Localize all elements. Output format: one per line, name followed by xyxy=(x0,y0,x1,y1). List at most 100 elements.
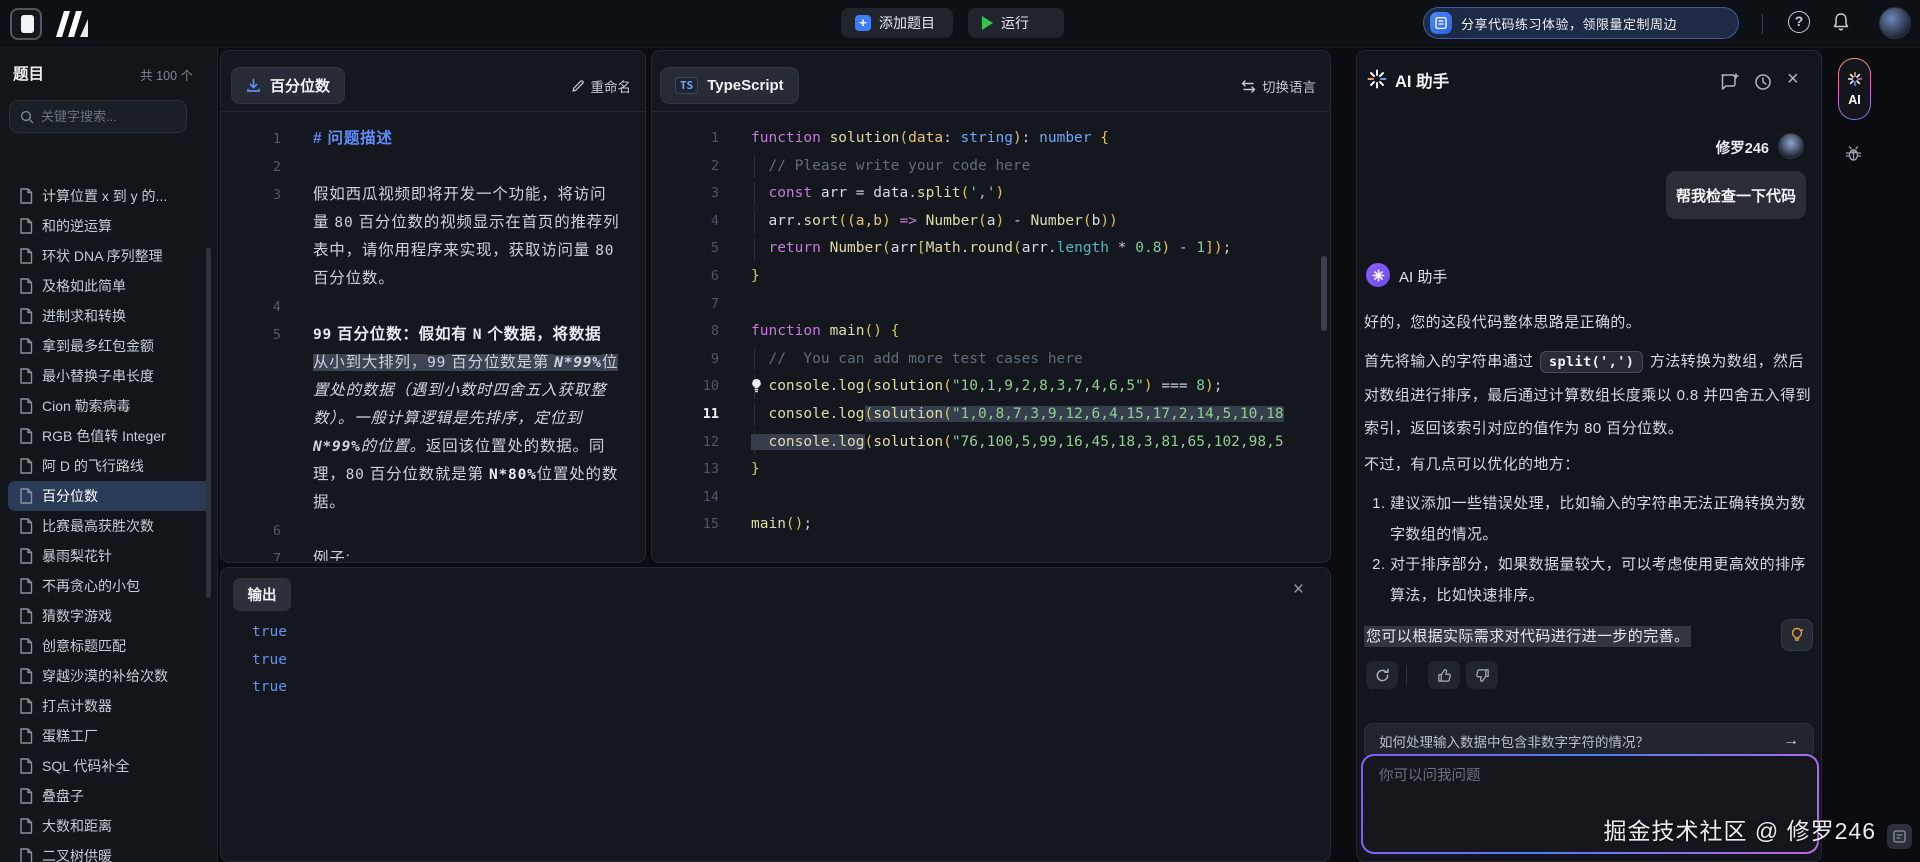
swap-arrows-icon xyxy=(1241,80,1256,93)
ai-sidebar-toggle-button[interactable]: AI xyxy=(1838,58,1871,120)
add-problem-button[interactable]: + 添加题目 xyxy=(841,8,953,38)
insight-lightbulb-button[interactable] xyxy=(1781,619,1813,651)
search-input[interactable] xyxy=(41,109,171,124)
history-icon[interactable] xyxy=(1753,72,1773,92)
description-row: 理，80 百分位数就是第 N*80%位置处的数 xyxy=(221,461,645,489)
sidebar-item[interactable]: 计算位置 x 到 y 的... xyxy=(8,181,210,211)
ai-assistant-panel: AI 助手 × 修罗246 帮我检查一下代码 AI 助手 好的，您的这段代码整体… xyxy=(1356,50,1822,862)
problem-title-tab[interactable]: 百分位数 xyxy=(231,67,345,104)
sidebar-item-label: 猜数字游戏 xyxy=(42,606,112,626)
play-icon xyxy=(982,16,993,30)
sidebar-item-label: 计算位置 x 到 y 的... xyxy=(42,186,167,206)
sidebar-item[interactable]: 打点计数器 xyxy=(8,691,210,721)
line-number: 10 xyxy=(652,373,719,401)
line-number: 11 xyxy=(652,401,719,429)
sidebar-item-label: 阿 D 的飞行路线 xyxy=(42,456,144,476)
document-icon xyxy=(19,248,33,264)
description-row: 3假如西瓜视频即将开发一个功能，将访问 xyxy=(221,181,645,209)
document-icon xyxy=(19,188,33,204)
line-number: 13 xyxy=(652,456,719,484)
sidebar-item-label: 二叉树供暖 xyxy=(42,846,112,862)
description-row: 7例子: xyxy=(221,545,645,561)
user-avatar[interactable] xyxy=(1879,7,1911,39)
output-tab[interactable]: 输出 xyxy=(233,578,291,611)
regenerate-button[interactable] xyxy=(1366,661,1398,689)
sidebar-item[interactable]: 拿到最多红包金额 xyxy=(8,331,210,361)
run-button[interactable]: 运行 xyxy=(968,8,1064,38)
code-line: 11 console.log(solution("1,0,8,7,3,9,12,… xyxy=(652,401,1330,429)
debug-bug-icon[interactable] xyxy=(1844,144,1863,163)
sidebar-item[interactable]: 和的逆运算 xyxy=(8,211,210,241)
close-output-icon[interactable]: × xyxy=(1293,580,1304,599)
sidebar-item[interactable]: Cion 勒索病毒 xyxy=(8,391,210,421)
thumbs-up-button[interactable] xyxy=(1428,661,1460,689)
thumbs-down-button[interactable] xyxy=(1466,661,1498,689)
rename-button[interactable]: 重命名 xyxy=(571,76,632,96)
promo-banner[interactable]: 分享代码练习体验，领限量定制周边 xyxy=(1423,7,1739,39)
sidebar-item[interactable]: 穿越沙漠的补给次数 xyxy=(8,661,210,691)
sidebar-item[interactable]: 不再贪心的小包 xyxy=(8,571,210,601)
notification-bell-icon[interactable] xyxy=(1830,11,1852,33)
description-row: 从小到大排列，99 百分位数是第 N*99%位 xyxy=(221,349,645,377)
document-icon xyxy=(19,818,33,834)
sidebar-item-label: RGB 色值转 Integer xyxy=(42,426,166,446)
sidebar-item[interactable]: 比赛最高获胜次数 xyxy=(8,511,210,541)
promo-text: 分享代码练习体验，领限量定制周边 xyxy=(1461,14,1677,33)
sidebar-scrollbar[interactable] xyxy=(206,248,211,598)
code-editor-panel: TS TypeScript 切换语言 1function solution(da… xyxy=(651,50,1331,563)
editor-scrollbar[interactable] xyxy=(1321,256,1327,331)
sidebar-item[interactable]: 及格如此简单 xyxy=(8,271,210,301)
sidebar-item-selected[interactable]: 百分位数 xyxy=(8,481,210,511)
document-icon xyxy=(19,278,33,294)
language-tab[interactable]: TS TypeScript xyxy=(660,67,799,104)
document-icon xyxy=(19,458,33,474)
description-row: 6 xyxy=(221,517,645,545)
sidebar-item-label: 进制求和转换 xyxy=(42,306,126,326)
description-row: 百分位数。 xyxy=(221,265,645,293)
sidebar-item[interactable]: RGB 色值转 Integer xyxy=(8,421,210,451)
sidebar-item[interactable]: 阿 D 的飞行路线 xyxy=(8,451,210,481)
problem-description-content[interactable]: 1# 问题描述23假如西瓜视频即将开发一个功能，将访问量 80 百分位数的视频显… xyxy=(221,112,645,561)
code-editor-content[interactable]: 1function solution(data: string): number… xyxy=(652,112,1330,561)
code-line: 5 return Number(arr[Math.round(arr.lengt… xyxy=(652,235,1330,263)
sidebar-item[interactable]: 进制求和转换 xyxy=(8,301,210,331)
topbar: + 添加题目 运行 分享代码练习体验，领限量定制周边 ? xyxy=(0,0,1920,48)
typescript-badge-icon: TS xyxy=(675,77,698,94)
sidebar-item[interactable]: 猜数字游戏 xyxy=(8,601,210,631)
ai-rail-label: AI xyxy=(1848,93,1861,107)
sidebar-item[interactable]: 蛋糕工厂 xyxy=(8,721,210,751)
sidebar-item[interactable]: 环状 DNA 序列整理 xyxy=(8,241,210,271)
ai-assistant-name: AI 助手 xyxy=(1399,266,1447,287)
ai-list-item: 对于排序部分，如果数据量较大，可以考虑使用更高效的排序算法，比如快速排序。 xyxy=(1390,550,1810,611)
sidebar-item[interactable]: 创意标题匹配 xyxy=(8,631,210,661)
switch-language-button[interactable]: 切换语言 xyxy=(1241,76,1316,96)
line-number: 1 xyxy=(652,125,719,153)
sidebar-item[interactable]: 暴雨梨花针 xyxy=(8,541,210,571)
sidebar-item-label: 叠盘子 xyxy=(42,786,84,806)
description-row: 表中，请你用程序来实现，获取访问量 80 xyxy=(221,237,645,265)
sidebar-item[interactable]: SQL 代码补全 xyxy=(8,751,210,781)
problem-count: 共 100 个 xyxy=(140,65,193,84)
code-line: 10 console.log(solution("10,1,9,2,8,3,7,… xyxy=(652,373,1330,401)
line-number: 1 xyxy=(221,125,281,153)
line-number: 15 xyxy=(652,511,719,539)
app-logo-icon[interactable] xyxy=(54,11,90,37)
sidebar-item[interactable]: 大数和距离 xyxy=(8,811,210,841)
sidebar-item[interactable]: 叠盘子 xyxy=(8,781,210,811)
sidebar-item[interactable]: 二叉树供暖 xyxy=(8,841,210,862)
close-ai-panel-icon[interactable]: × xyxy=(1787,68,1799,91)
sidebar-item-label: 拿到最多红包金额 xyxy=(42,336,154,356)
sidebar-item-label: 不再贪心的小包 xyxy=(42,576,140,596)
new-chat-icon[interactable] xyxy=(1719,72,1739,92)
ai-chat-input[interactable] xyxy=(1379,768,1779,784)
code-line: 7 xyxy=(652,291,1330,319)
ai-avatar-icon xyxy=(1366,263,1390,287)
code-line: 15main(); xyxy=(652,511,1330,539)
sidebar-item[interactable]: 最小替换子串长度 xyxy=(8,361,210,391)
sidebar-item-label: SQL 代码补全 xyxy=(42,756,129,776)
search-box[interactable] xyxy=(9,100,187,133)
help-icon[interactable]: ? xyxy=(1788,11,1810,33)
sidebar-toggle-icon[interactable] xyxy=(10,8,42,40)
line-number: 3 xyxy=(221,181,281,209)
description-row: N*99%的位置。返回该位置处的数据。同 xyxy=(221,433,645,461)
